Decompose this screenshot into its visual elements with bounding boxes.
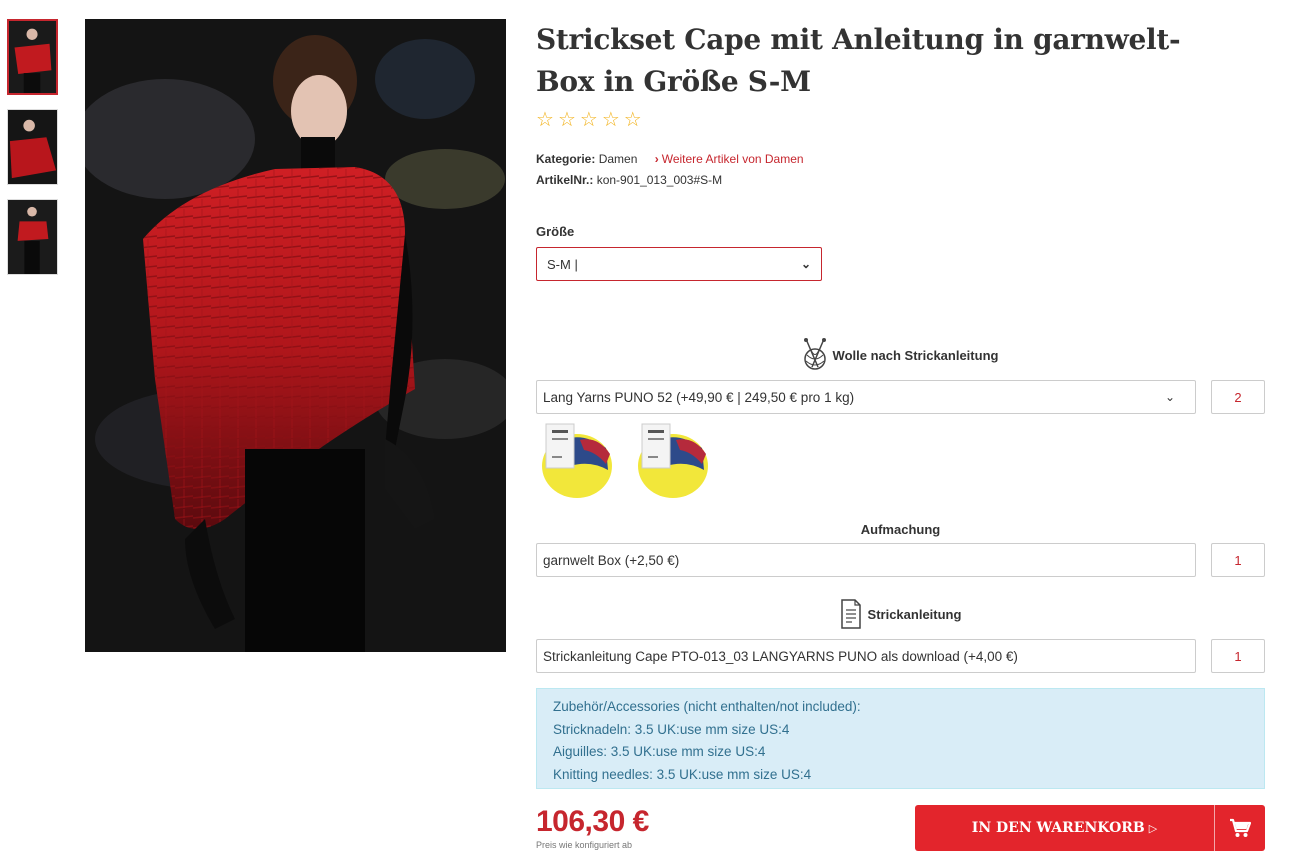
wool-quantity-input[interactable]: 2 xyxy=(1211,380,1265,414)
accessories-line: Aiguilles: 3.5 UK:use mm size US:4 xyxy=(553,744,766,759)
caret-right-icon: ▷ xyxy=(1148,821,1158,835)
add-to-cart-label-wrap: IN DEN WARENKORB ▷ xyxy=(915,805,1215,851)
yarn-ball-image[interactable] xyxy=(540,420,614,500)
rating-stars[interactable]: ☆ ☆ ☆ ☆ ☆ xyxy=(536,109,1265,131)
pattern-selected: Strickanleitung Cape PTO-013_03 LANGYARN… xyxy=(543,648,1018,664)
pattern-quantity-input[interactable]: 1 xyxy=(1211,639,1265,673)
more-articles-label: Weitere Artikel von Damen xyxy=(661,152,804,166)
packaging-option-row: garnwelt Box (+2,50 €) 1 xyxy=(536,543,1265,577)
add-to-cart-button[interactable]: IN DEN WARENKORB ▷ xyxy=(915,805,1265,851)
pattern-heading-label: Strickanleitung xyxy=(867,606,962,622)
pattern-select[interactable]: Strickanleitung Cape PTO-013_03 LANGYARN… xyxy=(536,639,1196,673)
star-icon[interactable]: ☆ xyxy=(536,109,554,131)
thumbnail-image xyxy=(8,200,57,274)
pattern-heading: Strickanleitung xyxy=(536,599,1265,629)
star-icon[interactable]: ☆ xyxy=(558,109,576,131)
category-value: Damen xyxy=(598,152,638,166)
product-title: Strickset Cape mit Anleitung in garnwelt… xyxy=(536,23,1181,98)
wool-option-row: Lang Yarns PUNO 52 (+49,90 € | 249,50 € … xyxy=(536,380,1265,414)
wool-heading: Wolle nach Strickanleitung xyxy=(536,337,1265,373)
star-icon[interactable]: ☆ xyxy=(580,109,598,131)
thumbnail-image xyxy=(8,110,57,184)
star-icon[interactable]: ☆ xyxy=(624,109,642,131)
thumbnail-2[interactable] xyxy=(7,109,58,185)
product-meta: Kategorie: Damen › Weitere Artikel von Da… xyxy=(536,149,1265,191)
cart-icon xyxy=(1230,818,1251,837)
category-line: Kategorie: Damen › Weitere Artikel von Da… xyxy=(536,149,1265,170)
thumbnail-3[interactable] xyxy=(7,199,58,275)
yarn-ball-icon xyxy=(803,338,826,370)
article-label: ArtikelNr.: xyxy=(536,173,594,187)
thumbnail-image xyxy=(9,21,56,93)
accessories-info: Zubehör/Accessories (nicht enthalten/not… xyxy=(536,688,1265,789)
accessories-line: Zubehör/Accessories (nicht enthalten/not… xyxy=(553,699,861,714)
article-line: ArtikelNr.: kon-901_013_003#S-M xyxy=(536,170,1265,191)
star-icon[interactable]: ☆ xyxy=(602,109,620,131)
pattern-option-row: Strickanleitung Cape PTO-013_03 LANGYARN… xyxy=(536,639,1265,673)
packaging-heading-label: Aufmachung xyxy=(860,522,941,537)
yarn-images xyxy=(540,420,710,500)
chevron-down-icon: ⌄ xyxy=(800,257,811,271)
category-label: Kategorie: xyxy=(536,152,596,166)
product-price: 106,30 € xyxy=(536,805,649,838)
add-to-cart-label: IN DEN WARENKORB xyxy=(971,820,1145,836)
wool-selected: Lang Yarns PUNO 52 (+49,90 € | 249,50 € … xyxy=(543,389,855,405)
accessories-line: Knitting needles: 3.5 UK:use mm size US:… xyxy=(553,766,812,782)
more-articles-link[interactable]: › Weitere Artikel von Damen xyxy=(655,152,804,166)
product-main-image[interactable] xyxy=(85,19,506,652)
wool-heading-label: Wolle nach Strickanleitung xyxy=(832,347,999,363)
chevron-right-icon: › xyxy=(654,152,659,166)
thumbnail-list xyxy=(7,19,58,289)
price-note: Preis wie konfiguriert ab xyxy=(536,840,633,850)
wool-select[interactable]: Lang Yarns PUNO 52 (+49,90 € | 249,50 € … xyxy=(536,380,1196,414)
thumbnail-1[interactable] xyxy=(7,19,58,95)
chevron-down-icon: ⌄ xyxy=(1164,390,1175,404)
product-info: Strickset Cape mit Anleitung in garnwelt… xyxy=(536,19,1265,851)
size-select[interactable]: S-M | ⌄ xyxy=(536,247,822,281)
packaging-quantity-input[interactable]: 1 xyxy=(1211,543,1265,577)
packaging-select[interactable]: garnwelt Box (+2,50 €) xyxy=(536,543,1196,577)
packaging-selected: garnwelt Box (+2,50 €) xyxy=(543,552,680,568)
accessories-line: Stricknadeln: 3.5 UK:use mm size US:4 xyxy=(553,721,790,737)
size-label: Größe xyxy=(536,224,575,239)
model-photo xyxy=(85,19,506,652)
document-icon xyxy=(840,599,861,629)
size-value: S-M | xyxy=(547,256,578,272)
article-value: kon-901_013_003#S-M xyxy=(596,173,723,187)
yarn-ball-image[interactable] xyxy=(636,420,710,500)
cart-icon-wrap xyxy=(1215,805,1265,851)
packaging-heading: Aufmachung xyxy=(536,522,1265,537)
